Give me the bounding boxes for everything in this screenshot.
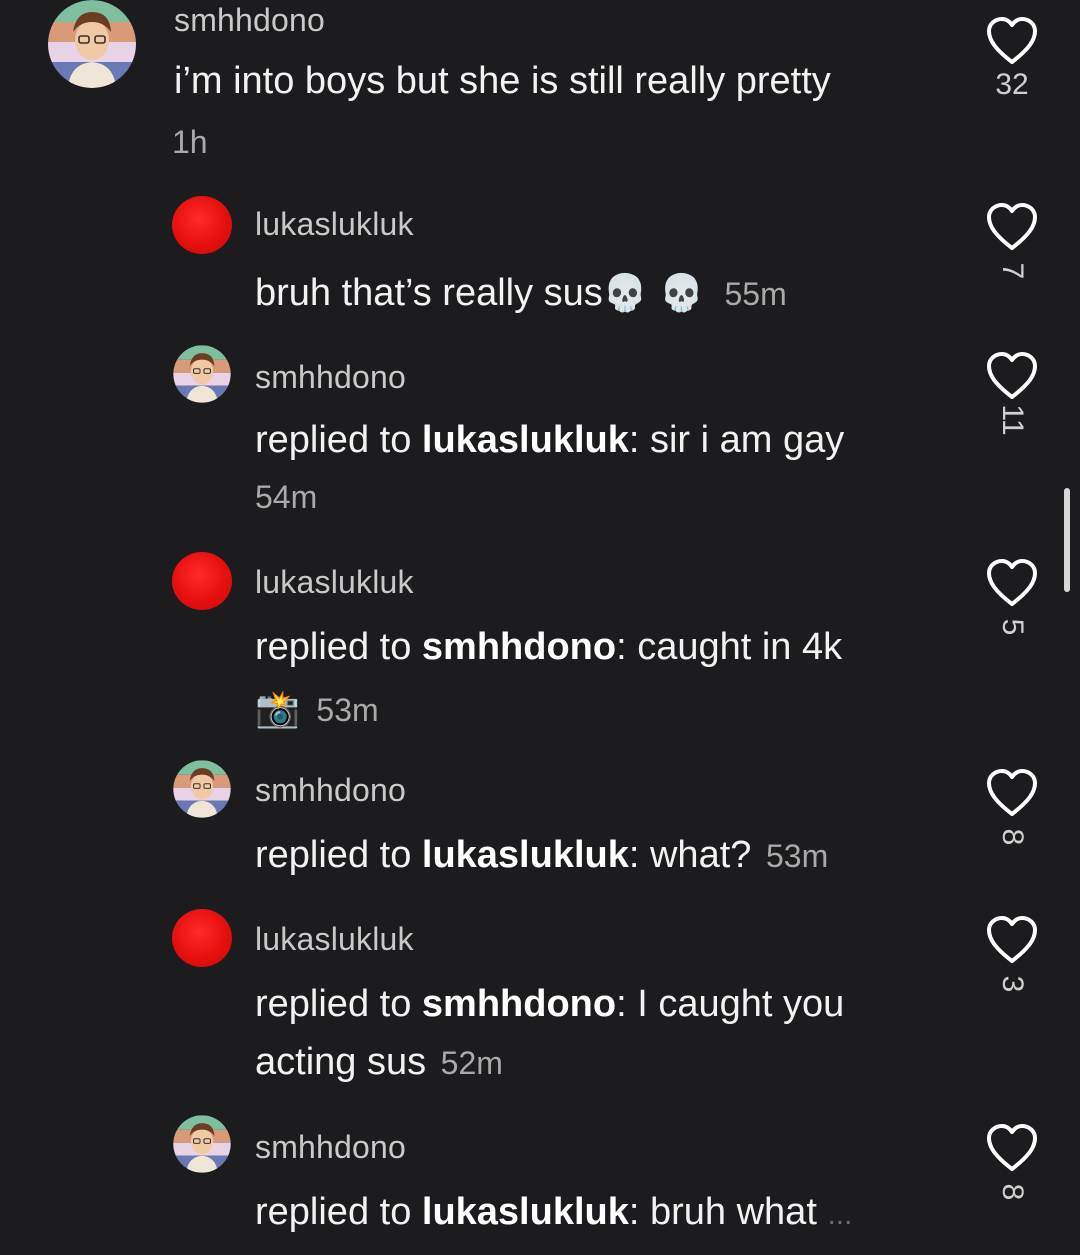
like-button[interactable]: 8	[982, 1123, 1042, 1209]
comment-item: smhhdono replied to lukaslukluk: bruh wh…	[0, 1115, 1080, 1255]
mention-link[interactable]: smhhdono	[422, 626, 616, 668]
comment-body: : I caught you	[616, 983, 845, 1025]
timestamp: 1h	[172, 124, 208, 160]
like-count: 8	[996, 828, 1029, 846]
avatar[interactable]	[172, 909, 232, 967]
comment-text: replied to lukaslukluk: what? 53m	[255, 826, 828, 885]
reply-prefix: replied to	[255, 626, 422, 668]
timestamp: 52m	[440, 1045, 503, 1081]
like-count: 11	[996, 404, 1029, 436]
username[interactable]: smhhdono	[255, 772, 406, 809]
like-count: 3	[996, 975, 1029, 993]
timestamp: 55m	[724, 276, 787, 312]
comment-text: replied to smhhdono: I caught you	[255, 975, 844, 1033]
comment-text: replied to lukaslukluk: sir i am gay	[255, 411, 844, 469]
like-button[interactable]: 8	[982, 768, 1042, 854]
avatar[interactable]	[46, 0, 138, 88]
comment-item: smhhdono i’m into boys but she is still …	[0, 0, 1080, 180]
username[interactable]: lukaslukluk	[255, 564, 414, 601]
username[interactable]: lukaslukluk	[255, 206, 414, 243]
comment-text-line2: 📸 53m	[255, 680, 379, 739]
mention-link[interactable]: lukaslukluk	[422, 1191, 629, 1233]
like-count: 7	[996, 262, 1029, 280]
username[interactable]: smhhdono	[174, 2, 325, 39]
reply-prefix: replied to	[255, 834, 422, 876]
mention-link[interactable]: lukaslukluk	[422, 419, 629, 461]
comment-body: i’m into boys but she is still really pr…	[174, 60, 831, 102]
avatar[interactable]	[172, 552, 232, 610]
comment-text: bruh that’s really sus💀 💀 55m	[255, 264, 787, 323]
like-button[interactable]: 11	[982, 351, 1042, 437]
username[interactable]: smhhdono	[255, 1129, 406, 1166]
comment-body-cont: acting sus	[255, 1041, 427, 1083]
like-button[interactable]: 32	[982, 16, 1042, 102]
comment-item: lukaslukluk bruh that’s really sus💀 💀 55…	[0, 190, 1080, 340]
comment-body: : sir i am gay	[628, 419, 845, 461]
comment-body: bruh that’s really sus	[255, 272, 603, 314]
comment-text: replied to lukaslukluk: bruh what ...	[255, 1183, 852, 1244]
username[interactable]: lukaslukluk	[255, 921, 414, 958]
reply-prefix: replied to	[255, 1191, 422, 1233]
comment-text-line2: acting sus 52m	[255, 1033, 503, 1092]
username[interactable]: smhhdono	[255, 359, 406, 396]
comment-body: : caught in 4k	[616, 626, 843, 668]
comment-body: : what?	[628, 834, 752, 876]
reply-prefix: replied to	[255, 983, 422, 1025]
timestamp: 54m	[255, 479, 318, 515]
timestamp: 53m	[316, 692, 379, 728]
scrollbar[interactable]	[1064, 488, 1070, 592]
mention-link[interactable]: lukaslukluk	[422, 834, 629, 876]
like-count: 8	[996, 1183, 1029, 1201]
timestamp: 53m	[765, 838, 829, 874]
comment-item: lukaslukluk replied to smhhdono: caught …	[0, 550, 1080, 750]
like-button[interactable]: 5	[982, 558, 1042, 644]
truncation-ellipsis: ...	[827, 1198, 853, 1231]
like-count: 32	[995, 68, 1029, 101]
camera-flash-emoji: 📸	[255, 689, 300, 730]
avatar[interactable]	[172, 196, 232, 254]
comment-item: smhhdono replied to lukaslukluk: sir i a…	[0, 345, 1080, 535]
like-button[interactable]: 7	[982, 202, 1042, 288]
avatar[interactable]	[172, 1115, 232, 1173]
mention-link[interactable]: smhhdono	[422, 983, 616, 1025]
heart-outline-icon	[987, 17, 1037, 64]
comment-text: replied to smhhdono: caught in 4k	[255, 618, 842, 676]
comment-item: smhhdono replied to lukaslukluk: what? 5…	[0, 760, 1080, 900]
skull-emoji: 💀 💀	[602, 273, 704, 314]
like-button[interactable]: 3	[982, 915, 1042, 1001]
comment-body: : bruh what	[628, 1191, 817, 1233]
reply-prefix: replied to	[255, 419, 422, 461]
comment-text: i’m into boys but she is still really pr…	[174, 52, 831, 110]
comment-item: lukaslukluk replied to smhhdono: I caugh…	[0, 905, 1080, 1105]
avatar[interactable]	[172, 760, 232, 818]
like-count: 5	[996, 618, 1029, 636]
avatar[interactable]	[172, 345, 232, 403]
